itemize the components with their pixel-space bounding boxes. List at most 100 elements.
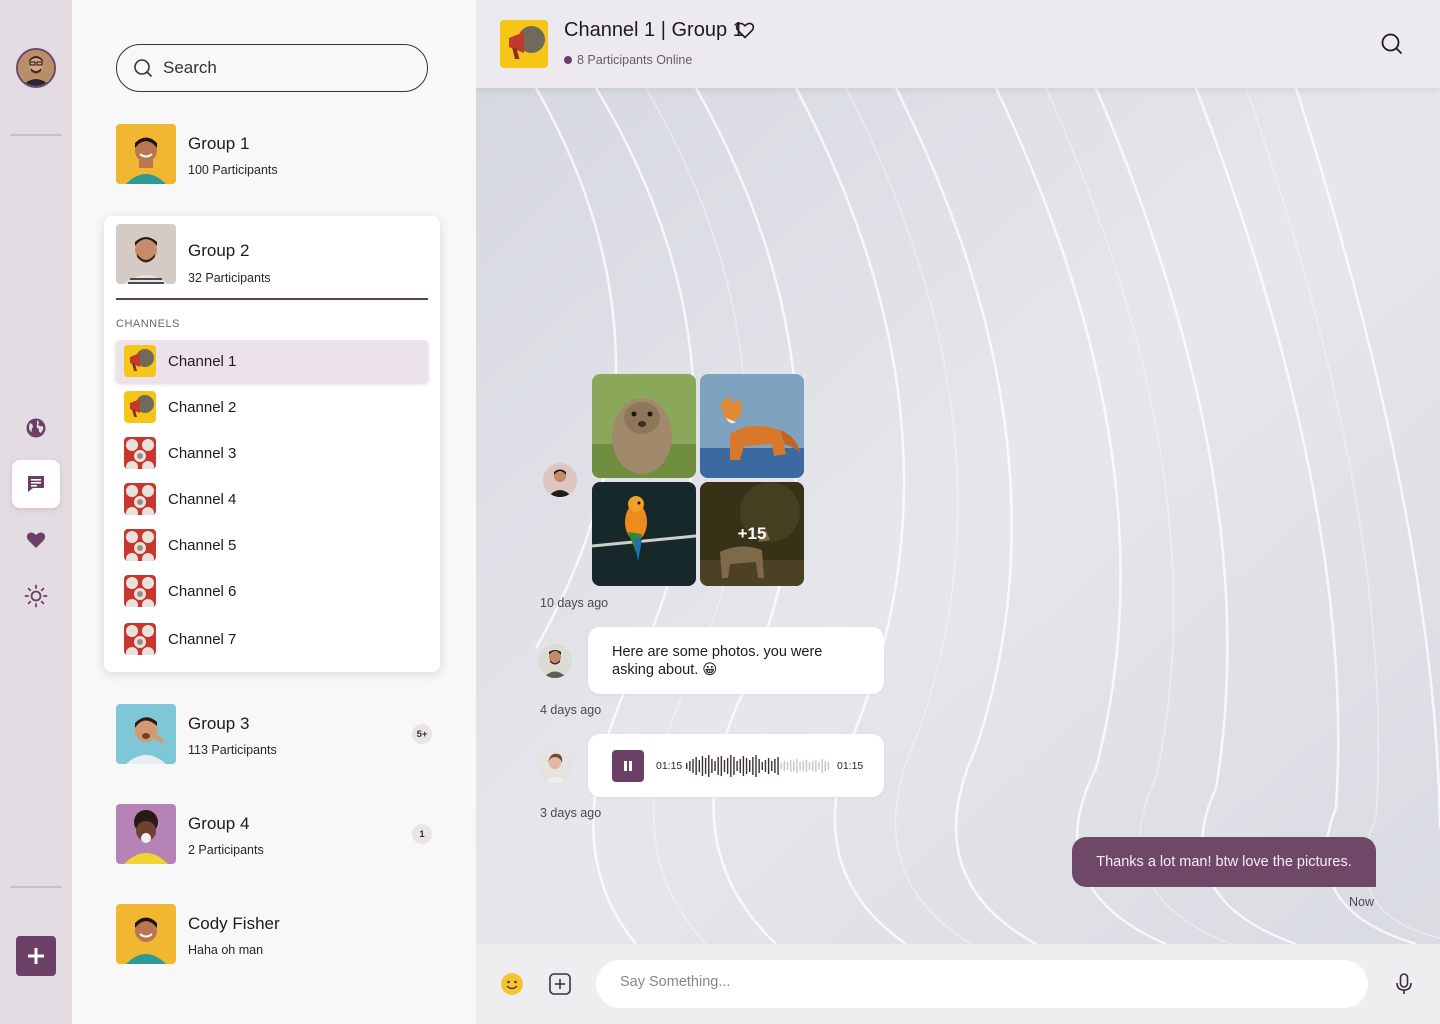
- sender-avatar[interactable]: [538, 644, 572, 678]
- photo-fox[interactable]: [700, 374, 804, 478]
- waveform-bar: [812, 761, 814, 771]
- waveform-bar: [818, 762, 820, 770]
- message-input-wrapper: [596, 960, 1368, 1008]
- waveform-bar: [802, 761, 804, 771]
- waveform-bar: [695, 757, 697, 775]
- channel-name: Channel 5: [168, 536, 237, 554]
- waveform-bar: [827, 762, 830, 770]
- person-photo: [116, 124, 176, 184]
- conversation-name: Group 2: [188, 241, 250, 260]
- new-chat-button[interactable]: [16, 936, 56, 976]
- rail-divider: [10, 886, 62, 888]
- channel-item-5[interactable]: Channel 5: [116, 524, 428, 566]
- waveform-bar: [749, 760, 751, 772]
- waveform-bar: [793, 761, 795, 771]
- pause-icon: [624, 761, 632, 771]
- waveform-bar: [714, 761, 716, 771]
- channel-name: Channel 1: [168, 352, 237, 370]
- photo-gallery[interactable]: +15: [592, 374, 804, 586]
- channels-heading: CHANNELS: [116, 318, 180, 330]
- channel-item-4[interactable]: Channel 4: [116, 478, 428, 520]
- waveform-bar: [774, 759, 776, 773]
- conversation-item-group-1[interactable]: Group 1 100 Participants: [116, 124, 432, 184]
- nav-rail: [0, 0, 72, 1024]
- conversation-name: Cody Fisher: [188, 914, 280, 933]
- person-photo: [116, 804, 176, 864]
- my-message-bubble: Thanks a lot man! btw love the pictures.: [1072, 837, 1376, 887]
- waveform-bar: [786, 762, 789, 770]
- voice-message: 01:15 01:15: [588, 734, 884, 797]
- waveform-bar: [821, 759, 823, 773]
- group-2-card: Group 2 32 Participants CHANNELS Channel…: [104, 216, 440, 672]
- channel-name: Channel 3: [168, 444, 237, 462]
- sun-icon: [24, 584, 48, 608]
- conversation-list: Group 1 100 Participants Group 2 32 Part…: [72, 0, 476, 1024]
- conversation-item-group-2[interactable]: Group 2 32 Participants: [116, 224, 428, 300]
- sender-avatar[interactable]: [543, 463, 577, 497]
- group-avatar: [116, 704, 176, 764]
- chat-search-button[interactable]: [1380, 32, 1404, 61]
- microphone-icon: [1396, 973, 1412, 994]
- favorite-toggle[interactable]: [734, 19, 756, 46]
- pause-button[interactable]: [612, 750, 644, 782]
- search-icon: [134, 59, 152, 77]
- waveform-bar: [736, 761, 738, 771]
- user-avatar-image: [18, 50, 54, 86]
- conversation-subtitle: 113 Participants: [188, 743, 277, 757]
- channel-item-6[interactable]: Channel 6: [116, 570, 428, 612]
- channel-item-1[interactable]: Channel 1: [116, 340, 428, 382]
- photo-parrot[interactable]: [592, 482, 696, 586]
- online-count: 8 Participants Online: [577, 53, 693, 67]
- conversation-name: Group 1: [188, 134, 250, 153]
- add-square-icon: [549, 973, 571, 995]
- pattern-icon: [124, 575, 156, 607]
- waveform-bar: [733, 757, 735, 775]
- explore-button[interactable]: [12, 404, 60, 452]
- group-avatar: [116, 224, 176, 284]
- channel-name: Channel 2: [168, 398, 237, 416]
- waveform-bar: [805, 760, 808, 772]
- conversation-name: Group 4: [188, 814, 250, 833]
- search-box[interactable]: [116, 44, 428, 92]
- conversation-subtitle: Haha oh man: [188, 943, 264, 957]
- more-photos-count: +15: [700, 482, 804, 586]
- waveform-bar: [689, 761, 691, 771]
- waveform-bar: [796, 759, 798, 773]
- waveform-bar: [789, 760, 792, 772]
- voice-record-button[interactable]: [1392, 972, 1416, 1001]
- chat-pane: Channel 1 | Group 1 8 Participants Onlin…: [476, 0, 1440, 1024]
- pattern-icon: [124, 437, 156, 469]
- group-avatar: [116, 124, 176, 184]
- message-timestamp: 10 days ago: [540, 596, 609, 610]
- channel-item-7[interactable]: Channel 7: [116, 618, 428, 660]
- waveform-bar: [764, 760, 767, 772]
- megaphone-icon: [500, 20, 548, 68]
- waveform-bar: [742, 756, 745, 776]
- waveform-bar: [701, 756, 704, 776]
- waveform-bar: [723, 760, 726, 772]
- search-input[interactable]: [163, 58, 403, 78]
- attach-button[interactable]: [548, 972, 572, 1001]
- online-dot: [564, 56, 572, 64]
- emoji-button[interactable]: [500, 972, 524, 1001]
- theme-toggle[interactable]: [12, 572, 60, 620]
- photo-marmot[interactable]: [592, 374, 696, 478]
- unread-badge: 1: [412, 824, 432, 844]
- channel-item-3[interactable]: Channel 3: [116, 432, 428, 474]
- heart-icon: [26, 532, 46, 548]
- channel-name: Channel 7: [168, 630, 237, 648]
- globe-icon: [26, 418, 46, 438]
- user-avatar[interactable]: [16, 48, 56, 88]
- conversation-item-cody-fisher[interactable]: Cody Fisher Haha oh man: [116, 904, 432, 964]
- smiley-icon: [501, 973, 523, 995]
- message-input[interactable]: [620, 974, 1320, 990]
- conversation-item-group-3[interactable]: Group 3 113 Participants 5+: [116, 704, 432, 764]
- audio-waveform[interactable]: [686, 754, 832, 778]
- chats-button[interactable]: [12, 460, 60, 508]
- waveform-bar: [745, 758, 748, 774]
- favorites-button[interactable]: [12, 516, 60, 564]
- sender-avatar[interactable]: [538, 749, 572, 783]
- conversation-item-group-4[interactable]: Group 4 2 Participants 1: [116, 804, 432, 864]
- photo-more[interactable]: +15: [700, 482, 804, 586]
- channel-item-2[interactable]: Channel 2: [116, 386, 428, 428]
